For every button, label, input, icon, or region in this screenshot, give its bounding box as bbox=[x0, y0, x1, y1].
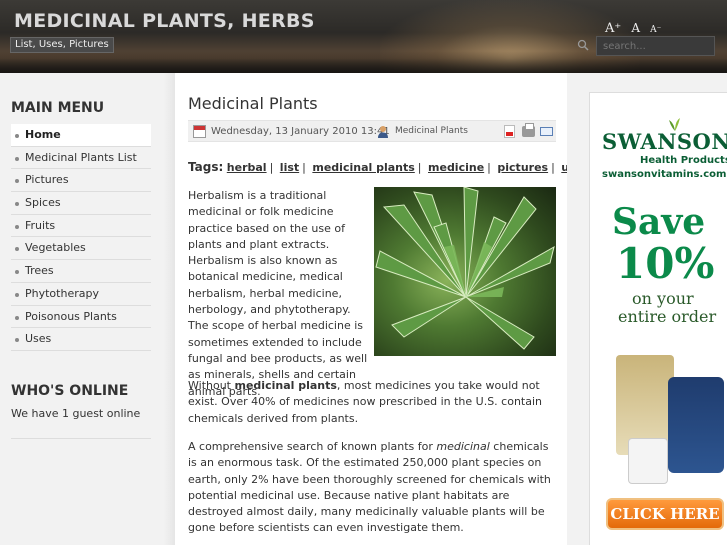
tag-link[interactable]: medicine bbox=[428, 161, 484, 174]
menu-item-phytotherapy[interactable]: Phytotherapy bbox=[11, 283, 151, 306]
menu-item-poisonous-plants[interactable]: Poisonous Plants bbox=[11, 306, 151, 329]
main-menu-title: MAIN MENU bbox=[11, 100, 105, 116]
font-decrease-button[interactable]: A⁻ bbox=[650, 25, 661, 35]
product-bottle-image bbox=[668, 377, 724, 473]
main-menu: Home Medicinal Plants List Pictures Spic… bbox=[11, 124, 151, 351]
tag-link[interactable]: herbal bbox=[227, 161, 267, 174]
ad-discount: 10% bbox=[616, 239, 715, 288]
swanson-ad-banner[interactable]: SWANSON Health Products swansonvitamins.… bbox=[589, 92, 727, 545]
print-icon[interactable] bbox=[522, 123, 535, 137]
site-tagline: List, Uses, Pictures bbox=[10, 37, 114, 53]
italic-term: medicinal bbox=[436, 440, 490, 453]
site-header: MEDICINAL PLANTS, HERBS List, Uses, Pict… bbox=[0, 0, 727, 73]
whos-online-title: WHO'S ONLINE bbox=[11, 383, 129, 399]
ad-save-text: Save bbox=[612, 201, 706, 243]
ad-click-here-button[interactable]: CLICK HERE bbox=[606, 498, 724, 530]
font-reset-button[interactable]: A bbox=[631, 21, 640, 35]
article-paragraph: Herbalism is a traditional medicinal or … bbox=[188, 189, 368, 398]
font-increase-button[interactable]: A⁺ bbox=[605, 21, 621, 36]
menu-item-vegetables[interactable]: Vegetables bbox=[11, 237, 151, 261]
article-paragraph: Without medicinal plants, most medicines… bbox=[188, 379, 543, 425]
menu-item-home[interactable]: Home bbox=[11, 124, 151, 147]
article-tags: Tags: herbal | list | medicinal plants | me… bbox=[188, 160, 590, 174]
ad-offer-line: entire order bbox=[618, 307, 717, 326]
ad-subtitle: Health Products bbox=[640, 155, 727, 166]
menu-item-uses[interactable]: Uses bbox=[11, 328, 151, 351]
ad-offer-line: on your bbox=[632, 289, 694, 308]
aloe-plant-image bbox=[374, 187, 556, 356]
ad-brand: SWANSON bbox=[602, 129, 727, 154]
pdf-icon[interactable] bbox=[504, 125, 515, 138]
font-size-controls: A⁺ A A⁻ bbox=[605, 17, 666, 36]
menu-item-medicinal-plants-list[interactable]: Medicinal Plants List bbox=[11, 147, 151, 170]
article-paragraph: A comprehensive search of known plants f… bbox=[188, 440, 551, 535]
whos-online-text: We have 1 guest online bbox=[11, 407, 141, 420]
menu-item-spices[interactable]: Spices bbox=[11, 192, 151, 215]
article-category[interactable]: Medicinal Plants bbox=[395, 126, 468, 136]
menu-item-fruits[interactable]: Fruits bbox=[11, 215, 151, 238]
bold-term: medicinal plants bbox=[234, 379, 337, 392]
article-date: Wednesday, 13 January 2010 13:41 bbox=[211, 126, 390, 137]
tags-label: Tags: bbox=[188, 160, 224, 174]
site-title[interactable]: MEDICINAL PLANTS, HERBS bbox=[14, 10, 315, 32]
calendar-icon bbox=[193, 125, 206, 138]
search-icon[interactable] bbox=[577, 39, 589, 51]
ad-url: swansonvitamins.com bbox=[602, 169, 727, 180]
search-input[interactable] bbox=[596, 36, 715, 56]
product-small-bottle-image bbox=[628, 438, 668, 484]
article-meta-bar: Wednesday, 13 January 2010 13:41 Medicin… bbox=[188, 120, 556, 142]
email-icon[interactable] bbox=[540, 127, 553, 136]
tag-link[interactable]: medicinal plants bbox=[312, 161, 414, 174]
tag-link[interactable]: pictures bbox=[497, 161, 548, 174]
article-title[interactable]: Medicinal Plants bbox=[188, 94, 318, 113]
divider bbox=[11, 438, 151, 439]
tag-link[interactable]: list bbox=[280, 161, 299, 174]
menu-item-pictures[interactable]: Pictures bbox=[11, 169, 151, 193]
menu-item-trees[interactable]: Trees bbox=[11, 260, 151, 283]
user-icon bbox=[378, 126, 388, 138]
